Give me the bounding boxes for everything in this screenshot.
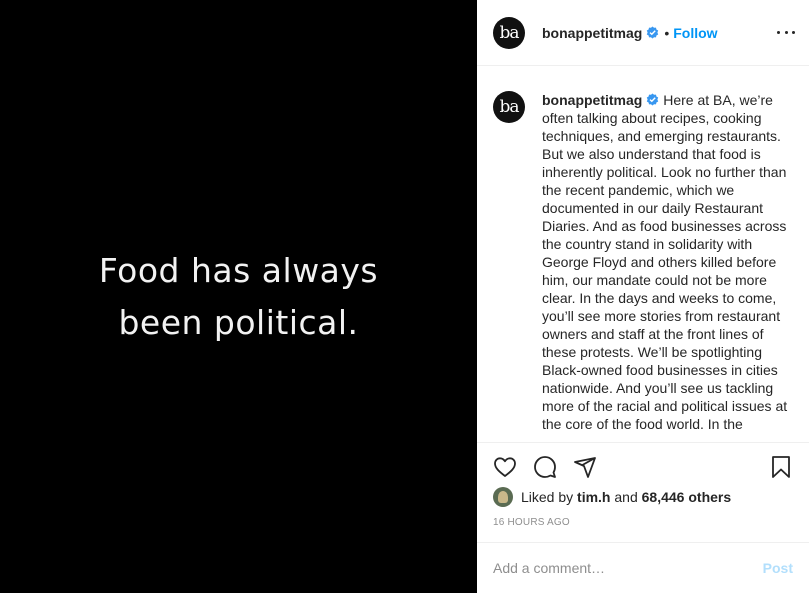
caption-avatar[interactable]: ba	[493, 91, 525, 123]
bookmark-icon[interactable]	[769, 455, 793, 479]
follow-button[interactable]: Follow	[673, 25, 717, 41]
share-icon[interactable]	[573, 455, 597, 479]
instagram-post-view: Food has always been political. ba bonap…	[0, 0, 809, 593]
caption-text: Here at BA, we’re often talking about re…	[542, 92, 788, 432]
liker-avatar[interactable]	[493, 487, 513, 507]
likes-others-link[interactable]: 68,446 others	[642, 489, 732, 505]
author-username[interactable]: bonappetitmag	[542, 25, 642, 41]
more-options-icon[interactable]	[777, 22, 795, 42]
author-avatar-text: ba	[499, 22, 519, 43]
caption-avatar-text: ba	[499, 97, 519, 117]
more-dot	[784, 30, 788, 34]
more-dot	[777, 30, 780, 34]
likes-and: and	[614, 489, 638, 505]
caption: ba bonappetitmag Here at BA, we’re often…	[493, 91, 793, 433]
likes-prefix: Liked by	[521, 489, 574, 505]
post-timestamp[interactable]: 16 HOURS AGO	[493, 517, 793, 528]
post-header: ba bonappetitmag • Follow	[477, 0, 809, 66]
comment-input[interactable]	[493, 560, 763, 576]
caption-body: bonappetitmag Here at BA, we’re often ta…	[542, 91, 793, 433]
post-sidebar: ba bonappetitmag • Follow ba bonappetitm…	[477, 0, 809, 593]
post-image-text: Food has always been political.	[98, 250, 379, 342]
heart-icon[interactable]	[493, 455, 517, 479]
post-image[interactable]: Food has always been political.	[0, 0, 477, 593]
action-icons	[493, 455, 793, 479]
comment-icon[interactable]	[533, 455, 557, 479]
verified-badge-icon	[647, 93, 659, 106]
more-dot	[792, 30, 795, 34]
header-separator: •	[664, 24, 670, 41]
caption-username[interactable]: bonappetitmag	[542, 92, 642, 108]
add-comment-bar: Post	[477, 542, 809, 593]
post-actions: Liked by tim.h and 68,446 others 16 HOUR…	[477, 442, 809, 542]
likes-summary: Liked by tim.h and 68,446 others	[493, 487, 793, 507]
liker-username[interactable]: tim.h	[577, 489, 610, 505]
author-avatar[interactable]: ba	[493, 16, 525, 49]
verified-badge-icon	[647, 26, 659, 39]
post-comment-button[interactable]: Post	[763, 560, 793, 576]
comments-section[interactable]: ba bonappetitmag Here at BA, we’re often…	[477, 67, 809, 442]
